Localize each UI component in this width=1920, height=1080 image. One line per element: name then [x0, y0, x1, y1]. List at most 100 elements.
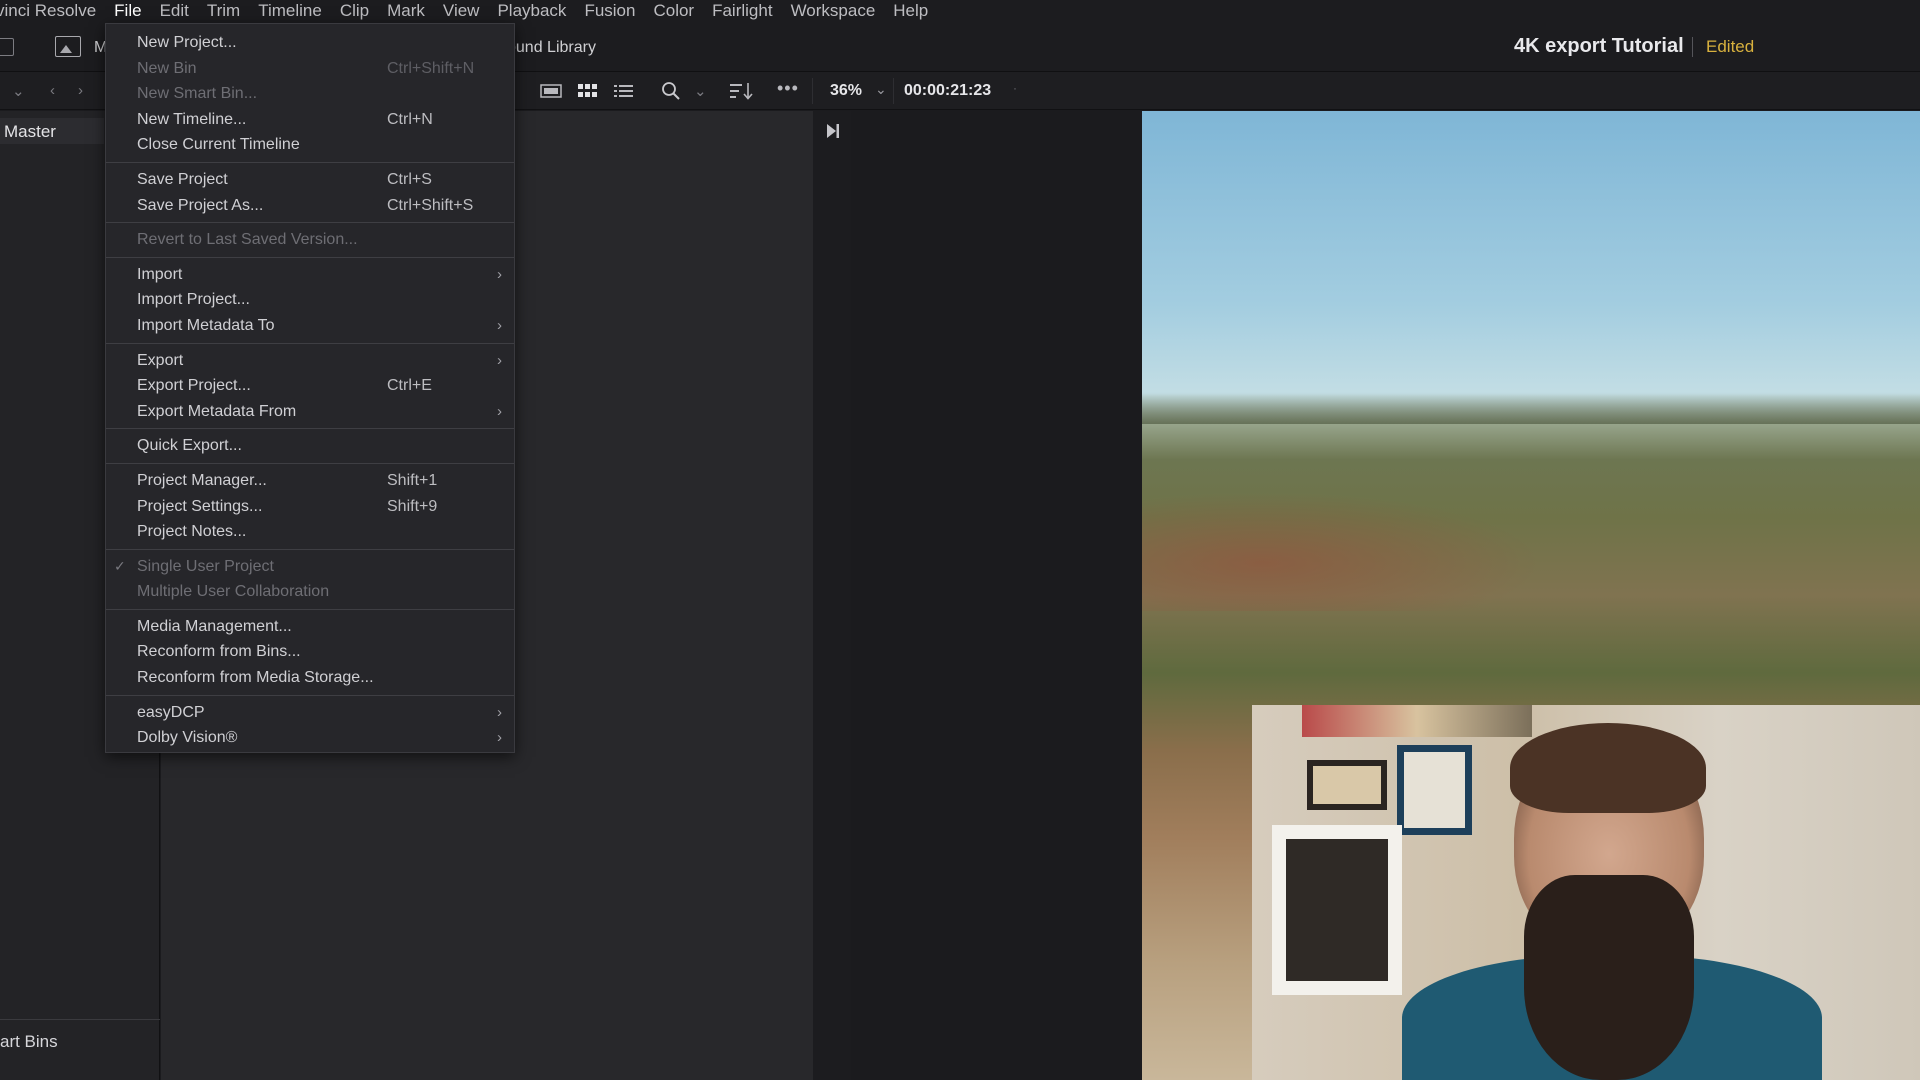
menu-item-project-notes[interactable]: Project Notes...	[106, 519, 514, 545]
menu-item-shortcut: Ctrl+E	[387, 377, 432, 395]
list-view-icon[interactable]	[614, 83, 634, 99]
menu-item-new-project[interactable]: New Project...	[106, 30, 514, 56]
viewer-side-strip	[813, 111, 851, 1080]
back-arrow-icon[interactable]: ‹	[50, 82, 55, 99]
menu-item-new-smart-bin: New Smart Bin...	[106, 81, 514, 107]
menu-item-project-settings[interactable]: Project Settings... Shift+9	[106, 494, 514, 520]
menu-item-shortcut: Ctrl+Shift+S	[387, 196, 474, 214]
checkmark-icon: ✓	[114, 557, 126, 574]
submenu-arrow-icon: ›	[497, 402, 502, 420]
menu-separator	[106, 161, 514, 163]
menu-view[interactable]: View	[443, 1, 480, 21]
more-options-icon[interactable]: •••	[777, 78, 799, 99]
menu-item-label: Save Project	[137, 170, 228, 188]
menu-item-label: Import Metadata To	[137, 316, 275, 334]
panel-toggle-icon[interactable]	[0, 38, 14, 56]
menu-item-multiple-user-collaboration: Multiple User Collaboration	[106, 579, 514, 605]
menu-item-label: New Timeline...	[137, 110, 247, 128]
menu-item-import[interactable]: Import ›	[106, 262, 514, 288]
menu-item-label: Save Project As...	[137, 196, 264, 214]
menu-file[interactable]: File	[114, 1, 141, 21]
menu-trim[interactable]: Trim	[207, 1, 240, 21]
menu-item-new-timeline[interactable]: New Timeline... Ctrl+N	[106, 107, 514, 133]
wall-picture-frame	[1272, 825, 1402, 995]
chevron-down-icon[interactable]: ⌄	[12, 82, 25, 100]
menu-item-media-management[interactable]: Media Management...	[106, 614, 514, 640]
menu-item-label: Export Metadata From	[137, 402, 297, 420]
wall-picture-frame	[1397, 745, 1472, 835]
menu-item-label: Close Current Timeline	[137, 136, 300, 154]
menu-item-easydcp[interactable]: easyDCP ›	[106, 700, 514, 726]
wall-banner	[1302, 705, 1532, 737]
menu-item-label: easyDCP	[137, 703, 205, 721]
menu-playback[interactable]: Playback	[497, 1, 566, 21]
menu-help[interactable]: Help	[893, 1, 928, 21]
menu-item-label: Quick Export...	[137, 437, 242, 455]
menu-item-import-project[interactable]: Import Project...	[106, 287, 514, 313]
menu-item-close-current-timeline[interactable]: Close Current Timeline	[106, 132, 514, 158]
wall-picture-frame	[1307, 760, 1387, 810]
submenu-arrow-icon: ›	[497, 729, 502, 747]
menu-item-export[interactable]: Export ›	[106, 348, 514, 374]
menu-item-label: Reconform from Bins...	[137, 643, 301, 661]
viewer-background	[851, 111, 1142, 1080]
menu-color[interactable]: Color	[653, 1, 694, 21]
search-icon[interactable]	[661, 81, 681, 101]
menu-edit[interactable]: Edit	[160, 1, 189, 21]
menu-fairlight[interactable]: Fairlight	[712, 1, 772, 21]
bin-master[interactable]: Master	[0, 118, 104, 144]
submenu-arrow-icon: ›	[497, 265, 502, 283]
media-pool-icon[interactable]	[55, 36, 81, 57]
submenu-arrow-icon: ›	[497, 351, 502, 369]
timecode-display: 00:00:21:23	[904, 82, 992, 99]
forward-arrow-icon[interactable]: ›	[78, 82, 83, 99]
menu-timeline[interactable]: Timeline	[258, 1, 322, 21]
menu-mark[interactable]: Mark	[387, 1, 425, 21]
menu-item-label: Multiple User Collaboration	[137, 583, 330, 601]
menu-clip[interactable]: Clip	[340, 1, 369, 21]
submenu-arrow-icon: ›	[497, 316, 502, 334]
menu-item-import-metadata-to[interactable]: Import Metadata To ›	[106, 313, 514, 339]
smart-bins-header[interactable]: art Bins	[0, 1032, 58, 1052]
menu-item-reconform-from-media-storage[interactable]: Reconform from Media Storage...	[106, 665, 514, 691]
menu-item-label: Import	[137, 265, 183, 283]
menu-separator	[106, 342, 514, 344]
sort-icon[interactable]	[730, 82, 754, 100]
menu-item-project-manager[interactable]: Project Manager... Shift+1	[106, 468, 514, 494]
grid-view-icon[interactable]	[578, 83, 598, 99]
menu-workspace[interactable]: Workspace	[791, 1, 876, 21]
menu-item-export-metadata-from[interactable]: Export Metadata From ›	[106, 399, 514, 425]
zoom-chevron-down-icon[interactable]: ⌄	[875, 81, 887, 98]
title-divider	[1692, 37, 1693, 57]
menu-item-label: Reconform from Media Storage...	[137, 669, 374, 687]
app-name: vinci Resolve	[0, 1, 97, 20]
menu-item-reconform-from-bins[interactable]: Reconform from Bins...	[106, 639, 514, 665]
menu-item-save-project-as[interactable]: Save Project As... Ctrl+Shift+S	[106, 193, 514, 219]
search-options-chevron-icon[interactable]: ⌄	[694, 82, 707, 100]
thumbnail-view-icon[interactable]	[540, 83, 562, 99]
menu-item-label: New Project...	[137, 34, 237, 51]
menu-item-label: New Bin	[137, 59, 197, 77]
timecode-menu-icon[interactable]: ·	[1013, 81, 1017, 95]
menu-item-label: Project Notes...	[137, 523, 247, 541]
sound-library-label[interactable]: ound Library	[507, 39, 596, 57]
menu-item-save-project[interactable]: Save Project Ctrl+S	[106, 167, 514, 193]
menu-item-shortcut: Ctrl+N	[387, 110, 433, 128]
menu-separator	[106, 608, 514, 610]
menu-separator	[106, 462, 514, 464]
menu-item-export-project[interactable]: Export Project... Ctrl+E	[106, 373, 514, 399]
menu-item-shortcut: Shift+1	[387, 471, 438, 489]
toolbar-divider	[812, 78, 813, 104]
menu-item-label: Project Manager...	[137, 471, 267, 489]
menu-fusion[interactable]: Fusion	[584, 1, 635, 21]
zoom-level[interactable]: 36%	[830, 82, 862, 100]
menu-item-single-user-project: ✓ Single User Project	[106, 554, 514, 580]
menu-item-quick-export[interactable]: Quick Export...	[106, 433, 514, 459]
menu-item-label: Single User Project	[137, 557, 274, 575]
menu-separator	[106, 548, 514, 550]
menu-item-dolby-vision[interactable]: Dolby Vision® ›	[106, 725, 514, 751]
jump-to-end-icon[interactable]	[826, 123, 840, 139]
menu-bar: vinci Resolve File Edit Trim Timeline Cl…	[0, 0, 1920, 22]
landscape-ridge	[1142, 394, 1920, 424]
menu-item-new-bin: New Bin Ctrl+Shift+N	[106, 56, 514, 82]
